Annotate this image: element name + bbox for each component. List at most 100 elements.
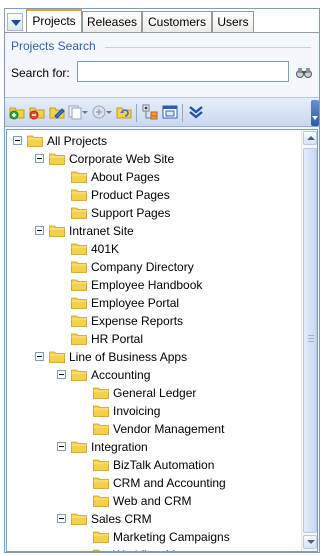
tree-node-label: Company Directory: [91, 260, 194, 274]
folder-icon: [71, 333, 87, 345]
folder-icon: [93, 423, 109, 435]
scroll-thumb[interactable]: [303, 148, 317, 533]
tree-node-label: Sales CRM: [91, 512, 152, 526]
tree-node[interactable]: 401K: [7, 240, 299, 258]
folder-icon: [49, 351, 65, 363]
toolbar-separator-2: [182, 104, 183, 122]
tree-node-label: 401K: [91, 242, 120, 256]
tree-node[interactable]: HR Portal: [7, 330, 299, 348]
tree-node-label: Vendor Management: [113, 422, 225, 436]
folder-icon: [71, 189, 87, 201]
tab-releases[interactable]: Releases: [82, 11, 142, 33]
collapse-toggle-icon[interactable]: [35, 352, 44, 361]
tab-customers[interactable]: Customers: [142, 11, 212, 33]
group-divider: [105, 47, 311, 48]
tree-node-label: Employee Handbook: [91, 278, 203, 292]
move-dropdown-arrow[interactable]: [106, 104, 112, 120]
scroll-down-button[interactable]: [303, 535, 317, 549]
folder-icon: [93, 405, 109, 417]
scroll-up-button[interactable]: [303, 131, 317, 145]
collapse-toggle-icon[interactable]: [35, 154, 44, 163]
tree-node[interactable]: Expense Reports: [7, 312, 299, 330]
tree-node[interactable]: BizTalk Automation: [7, 456, 299, 474]
tree-node[interactable]: Sales CRM: [7, 510, 299, 528]
chevron-double-down-icon[interactable]: [188, 104, 204, 120]
tree-node-label: Workflow Management: [113, 546, 236, 551]
folder-icon: [93, 459, 109, 471]
tree-node-label: All Projects: [47, 134, 108, 148]
expand-all-icon[interactable]: [142, 104, 158, 120]
refresh-icon[interactable]: [116, 104, 132, 120]
arrow-down-icon: [307, 540, 315, 544]
tree-node-label: BizTalk Automation: [113, 458, 215, 472]
tree-node-label: About Pages: [91, 170, 160, 184]
folder-icon: [71, 369, 87, 381]
folder-icon: [93, 477, 109, 489]
add-project-icon[interactable]: [9, 104, 25, 120]
arrow-up-icon: [307, 136, 315, 140]
tree-node[interactable]: Line of Business Apps: [7, 348, 299, 366]
folder-icon: [71, 315, 87, 327]
collapse-toggle-icon[interactable]: [57, 370, 66, 379]
collapse-toggle-icon[interactable]: [35, 226, 44, 235]
tree-node[interactable]: Company Directory: [7, 258, 299, 276]
tree-node[interactable]: Support Pages: [7, 204, 299, 222]
projects-tree: All Projects Corporate Web Site About Page…: [6, 129, 318, 552]
folder-icon: [27, 135, 43, 147]
folder-icon: [71, 297, 87, 309]
tree-node[interactable]: Corporate Web Site: [7, 150, 299, 168]
folder-icon: [93, 495, 109, 507]
tree-node[interactable]: All Projects: [7, 132, 299, 150]
tree-scrollbar[interactable]: [301, 130, 317, 551]
projects-search-group: Projects Search Search for:: [5, 35, 319, 97]
tree-node-label: CRM and Accounting: [113, 476, 226, 490]
projects-panel: Projects Releases Customers Users Projec…: [0, 0, 326, 556]
tree-node-label: Marketing Campaigns: [113, 530, 230, 544]
add-folder-icon[interactable]: [29, 104, 45, 120]
tree-node-label: Expense Reports: [91, 314, 184, 328]
tree-node-label: Web and CRM: [113, 494, 192, 508]
folder-icon: [71, 243, 87, 255]
tree-node-label: Corporate Web Site: [69, 152, 175, 166]
tree-node[interactable]: Accounting: [7, 366, 299, 384]
tab-users[interactable]: Users: [212, 11, 254, 33]
tree-node[interactable]: General Ledger: [7, 384, 299, 402]
folder-icon: [93, 387, 109, 399]
tree-toolbar: [5, 97, 319, 127]
search-input[interactable]: [77, 61, 289, 82]
thumb-grip: [308, 335, 314, 336]
tree-node[interactable]: Employee Portal: [7, 294, 299, 312]
tree-node[interactable]: Integration: [7, 438, 299, 456]
thumb-grip: [308, 338, 314, 339]
tree-node-label: Line of Business Apps: [69, 350, 188, 364]
tree-node[interactable]: Workflow Management: [7, 546, 299, 551]
tree-node-label: Accounting: [91, 368, 151, 382]
copy-dropdown-icon[interactable]: [67, 104, 83, 120]
toolbar-overflow-button[interactable]: [311, 100, 319, 126]
toolbar-separator: [136, 104, 137, 122]
copy-dropdown-arrow[interactable]: [82, 104, 88, 120]
tree-node[interactable]: Marketing Campaigns: [7, 528, 299, 546]
folder-icon: [93, 531, 109, 543]
tree-node[interactable]: Intranet Site: [7, 222, 299, 240]
move-dropdown-icon[interactable]: [91, 104, 107, 120]
tree-node[interactable]: CRM and Accounting: [7, 474, 299, 492]
collapse-toggle-icon[interactable]: [57, 442, 66, 451]
tree-node[interactable]: Employee Handbook: [7, 276, 299, 294]
folder-icon: [93, 549, 101, 551]
collapse-toggle-icon[interactable]: [57, 514, 66, 523]
collapse-toggle-icon[interactable]: [13, 136, 22, 145]
tree-node[interactable]: Invoicing: [7, 402, 299, 420]
tree-node[interactable]: About Pages: [7, 168, 299, 186]
tree-node[interactable]: Vendor Management: [7, 420, 299, 438]
tree-node-label: Integration: [91, 440, 148, 454]
tree-node[interactable]: Web and CRM: [7, 492, 299, 510]
tree-node[interactable]: Product Pages: [7, 186, 299, 204]
binoculars-icon[interactable]: [295, 63, 313, 81]
tab-projects[interactable]: Projects: [26, 9, 82, 33]
tab-menu-button[interactable]: [7, 13, 23, 31]
folder-icon: [71, 171, 87, 183]
collapse-icon[interactable]: [162, 104, 178, 120]
edit-icon[interactable]: [49, 104, 65, 120]
tree-node-label: Invoicing: [113, 404, 161, 418]
